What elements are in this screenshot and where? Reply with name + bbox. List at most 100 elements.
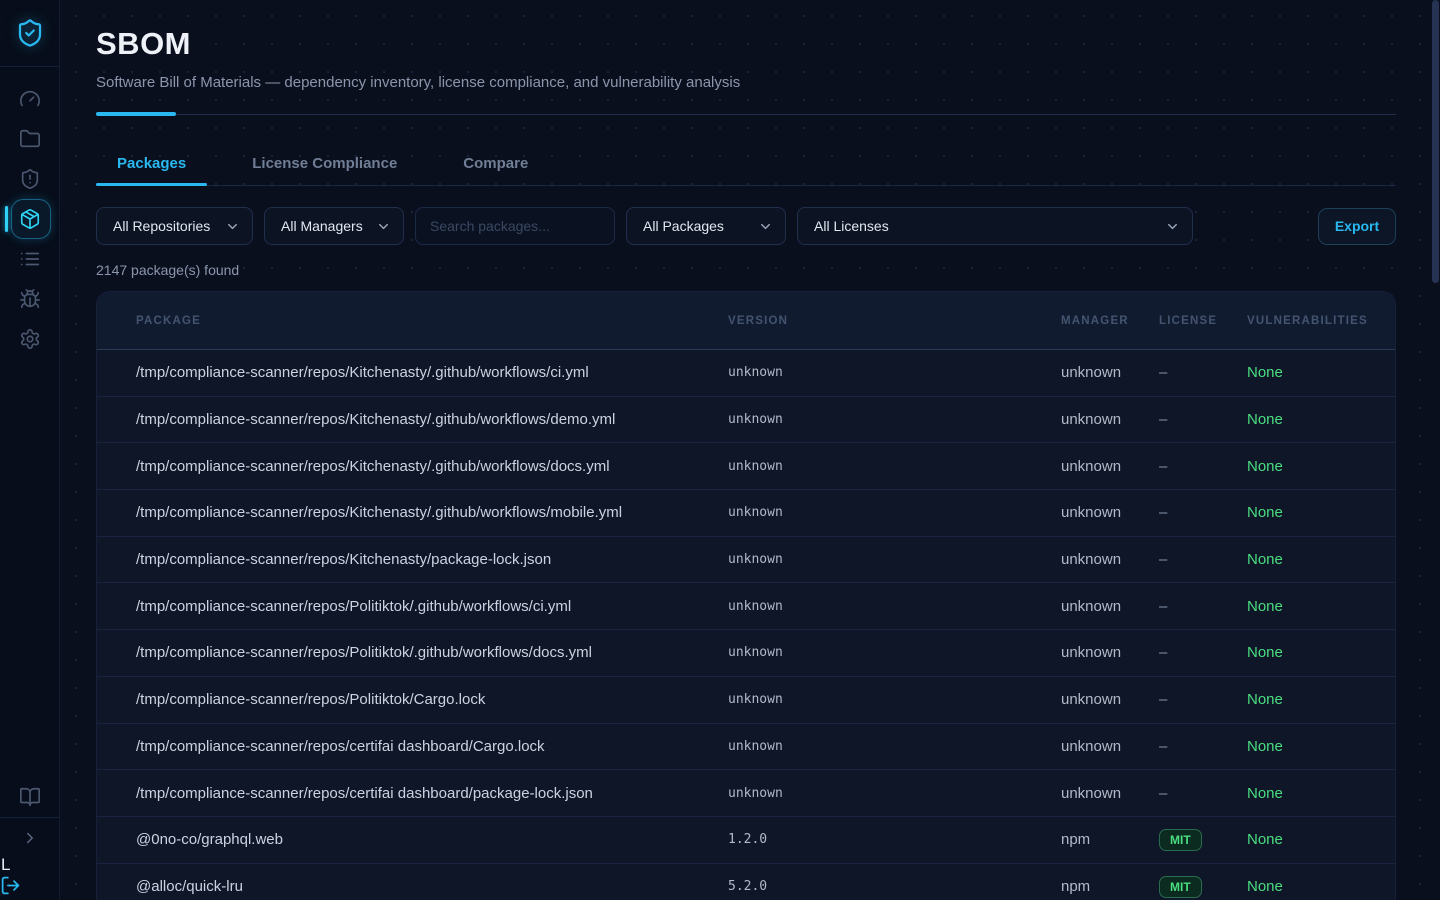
cell-vulnerabilities: None — [1247, 551, 1395, 568]
tab-bar: Packages License Compliance Compare — [96, 147, 1396, 186]
cell-version: unknown — [728, 412, 1061, 427]
divider-accent — [96, 112, 176, 116]
table-row: /tmp/compliance-scanner/repos/certifai d… — [97, 770, 1395, 817]
managers-select[interactable]: All Managers — [264, 207, 404, 245]
sidebar-item-packages[interactable] — [0, 199, 59, 239]
cell-vulnerabilities: None — [1247, 411, 1395, 428]
export-button[interactable]: Export — [1318, 208, 1396, 245]
cell-package: /tmp/compliance-scanner/repos/Kitchenast… — [136, 458, 728, 475]
cell-version: unknown — [728, 739, 1061, 754]
sidebar-item-alerts[interactable] — [0, 159, 59, 199]
cell-vulnerabilities: None — [1247, 738, 1395, 755]
cell-package: /tmp/compliance-scanner/repos/certifai d… — [136, 738, 728, 755]
license-value: – — [1159, 644, 1167, 661]
app-screen: L SBOM Software Bill of Materials — depe… — [0, 0, 1440, 900]
overflow-label: L — [1, 855, 10, 875]
table-body: /tmp/compliance-scanner/repos/Kitchenast… — [97, 350, 1395, 900]
folder-icon — [19, 128, 41, 150]
sidebar-item-inventory[interactable] — [0, 239, 59, 279]
tab-license-compliance[interactable]: License Compliance — [231, 147, 418, 185]
cell-version: 1.2.0 — [728, 832, 1061, 847]
repositories-select-value: All Repositories — [113, 218, 210, 234]
cell-manager: unknown — [1061, 504, 1159, 521]
cell-package: /tmp/compliance-scanner/repos/certifai d… — [136, 785, 728, 802]
cell-license: – — [1159, 691, 1247, 708]
tab-compare[interactable]: Compare — [442, 147, 549, 185]
sidebar — [0, 0, 60, 900]
cell-manager: unknown — [1061, 738, 1159, 755]
cell-license: – — [1159, 598, 1247, 615]
sidebar-item-repositories[interactable] — [0, 119, 59, 159]
chevron-right-icon — [21, 829, 39, 847]
cell-manager: unknown — [1061, 458, 1159, 475]
cell-package: /tmp/compliance-scanner/repos/Politiktok… — [136, 644, 728, 661]
chevron-down-icon — [225, 219, 240, 234]
cell-license: – — [1159, 364, 1247, 381]
cell-license: – — [1159, 785, 1247, 802]
cell-version: unknown — [728, 645, 1061, 660]
sidebar-item-settings[interactable] — [0, 319, 59, 359]
cell-license: MIT — [1159, 829, 1247, 851]
collapse-sidebar-button[interactable] — [0, 818, 60, 858]
tab-packages[interactable]: Packages — [96, 147, 207, 185]
license-value: MIT — [1159, 876, 1202, 898]
bug-icon — [19, 288, 41, 310]
table-row: /tmp/compliance-scanner/repos/Politiktok… — [97, 630, 1395, 677]
cell-manager: npm — [1061, 878, 1159, 895]
packages-select[interactable]: All Packages — [626, 207, 786, 245]
licenses-select[interactable]: All Licenses — [797, 207, 1193, 245]
list-icon — [19, 248, 41, 270]
cell-vulnerabilities: None — [1247, 598, 1395, 615]
cell-package: /tmp/compliance-scanner/repos/Kitchenast… — [136, 504, 728, 521]
filter-bar: All Repositories All Managers All Packag… — [96, 207, 1396, 245]
cell-version: unknown — [728, 552, 1061, 567]
search-input[interactable] — [415, 207, 615, 245]
cell-package: /tmp/compliance-scanner/repos/Politiktok… — [136, 598, 728, 615]
column-header-manager: MANAGER — [1061, 315, 1159, 327]
table-row: /tmp/compliance-scanner/repos/Politiktok… — [97, 677, 1395, 724]
table-row: @0no-co/graphql.web 1.2.0 npm MIT None — [97, 817, 1395, 864]
sidebar-item-vulnerabilities[interactable] — [0, 279, 59, 319]
table-row: /tmp/compliance-scanner/repos/Kitchenast… — [97, 397, 1395, 444]
app-logo — [0, 0, 59, 67]
divider-line — [96, 114, 1396, 115]
table-row: @alloc/quick-lru 5.2.0 npm MIT None — [97, 864, 1395, 900]
logout-button[interactable] — [0, 875, 21, 900]
sidebar-nav — [0, 79, 59, 359]
licenses-select-value: All Licenses — [814, 218, 889, 234]
title-divider — [96, 112, 1396, 116]
managers-select-value: All Managers — [281, 218, 363, 234]
scrollbar-thumb[interactable] — [1432, 0, 1439, 283]
page-subtitle: Software Bill of Materials — dependency … — [96, 74, 1396, 91]
package-icon — [19, 208, 41, 230]
cell-vulnerabilities: None — [1247, 878, 1395, 895]
scrollbar — [1431, 0, 1440, 900]
cell-vulnerabilities: None — [1247, 504, 1395, 521]
cell-manager: unknown — [1061, 364, 1159, 381]
cell-version: unknown — [728, 599, 1061, 614]
book-open-icon — [19, 786, 41, 808]
shield-check-icon — [15, 18, 45, 48]
cell-version: unknown — [728, 459, 1061, 474]
cell-license: MIT — [1159, 876, 1247, 898]
table-header: PACKAGE VERSION MANAGER LICENSE VULNERAB… — [97, 292, 1395, 350]
cell-manager: unknown — [1061, 551, 1159, 568]
repositories-select[interactable]: All Repositories — [96, 207, 253, 245]
cell-vulnerabilities: None — [1247, 831, 1395, 848]
cell-manager: unknown — [1061, 785, 1159, 802]
license-value: MIT — [1159, 829, 1202, 851]
sidebar-item-docs[interactable] — [0, 777, 60, 817]
sidebar-footer — [0, 777, 60, 858]
packages-table: PACKAGE VERSION MANAGER LICENSE VULNERAB… — [96, 291, 1396, 900]
column-header-vulnerabilities: VULNERABILITIES — [1247, 315, 1395, 327]
cell-package: /tmp/compliance-scanner/repos/Kitchenast… — [136, 551, 728, 568]
active-indicator — [5, 206, 8, 232]
table-row: /tmp/compliance-scanner/repos/certifai d… — [97, 724, 1395, 771]
cell-license: – — [1159, 458, 1247, 475]
column-header-version: VERSION — [728, 315, 1061, 327]
cell-license: – — [1159, 738, 1247, 755]
cell-vulnerabilities: None — [1247, 785, 1395, 802]
cell-package: /tmp/compliance-scanner/repos/Kitchenast… — [136, 411, 728, 428]
sidebar-item-dashboard[interactable] — [0, 79, 59, 119]
cell-vulnerabilities: None — [1247, 458, 1395, 475]
